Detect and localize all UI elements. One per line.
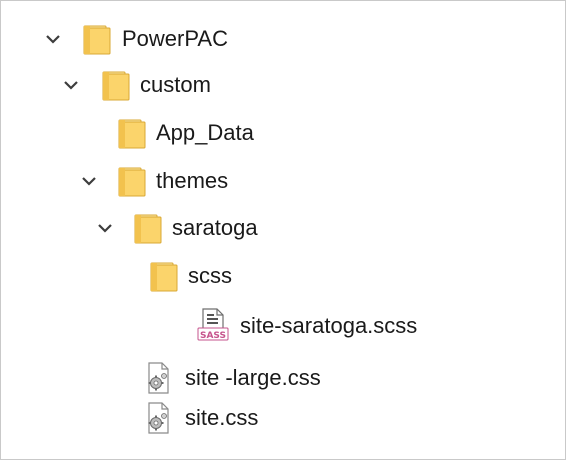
folder-icon (117, 116, 147, 155)
css-file-icon (145, 401, 173, 440)
css-file-icon (145, 361, 173, 400)
folder-icon (117, 164, 147, 203)
tree-item-label: site -large.css (185, 365, 321, 390)
chevron-down-icon[interactable] (44, 33, 62, 45)
tree-item-label: site-saratoga.scss (240, 313, 418, 338)
folder-tree: PowerPAC custom App_Data themes saratoga… (0, 0, 566, 460)
folder-icon (133, 211, 163, 250)
tree-item-label: scss (188, 263, 232, 288)
tree-item-label: saratoga (172, 215, 258, 240)
folder-icon (82, 22, 112, 61)
tree-item-label: custom (140, 72, 211, 97)
tree-item-label: themes (156, 168, 229, 193)
chevron-down-icon[interactable] (62, 79, 80, 91)
svg-text:SASS: SASS (200, 331, 226, 341)
sass-file-icon: SASS (197, 307, 231, 348)
chevron-down-icon[interactable] (80, 175, 98, 187)
chevron-down-icon[interactable] (96, 222, 114, 234)
tree-item-label: PowerPAC (122, 26, 228, 51)
tree-item-label: site.css (185, 405, 259, 430)
folder-icon (101, 68, 131, 107)
tree-item-label: App_Data (156, 120, 254, 145)
folder-icon (149, 259, 179, 298)
